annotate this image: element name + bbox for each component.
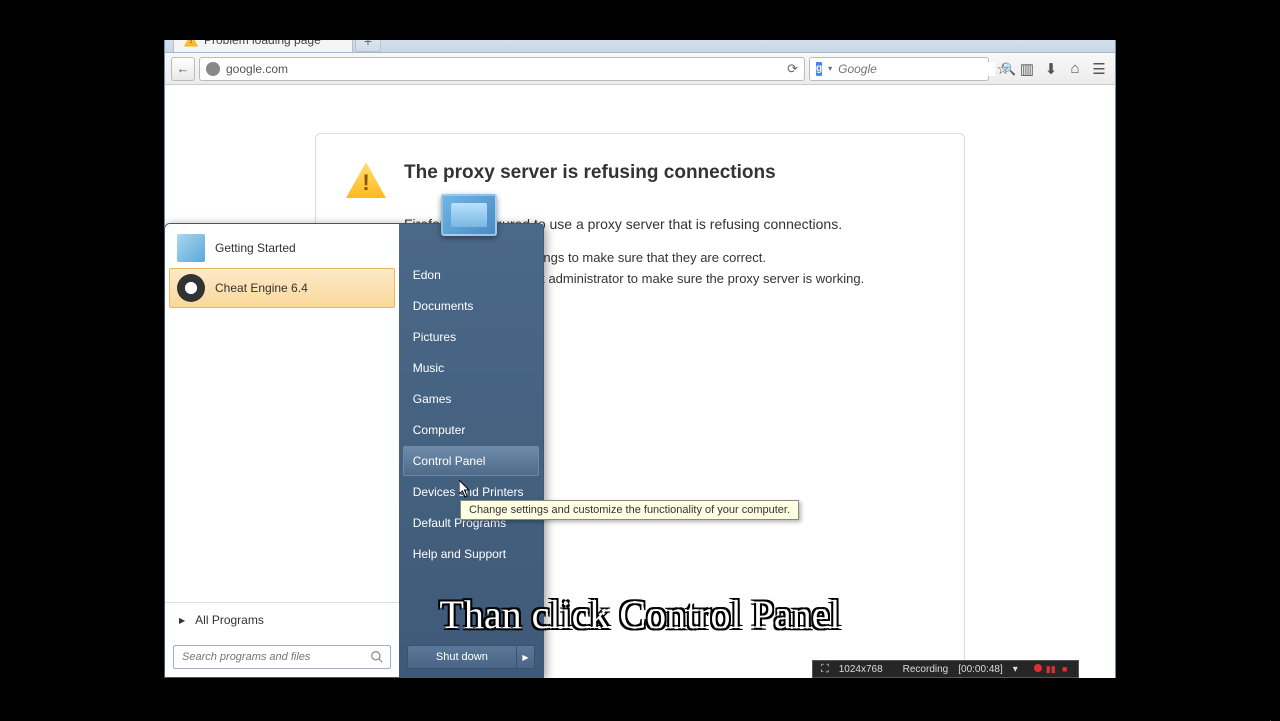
downloads-icon[interactable]: ⬇	[1041, 59, 1061, 79]
start-search-input[interactable]	[173, 645, 391, 669]
back-button[interactable]: ←	[171, 57, 195, 81]
recorder-chevron-icon[interactable]: ▾	[1013, 664, 1018, 675]
menu-icon[interactable]: ☰	[1089, 59, 1109, 79]
recorder-time: [00:00:48]	[958, 664, 1002, 675]
nav-toolbar: ← ⟳ g ▾ 🔍 ☆ ▥ ⬇ ⌂ ☰	[165, 53, 1115, 85]
start-right-games[interactable]: Games	[403, 384, 539, 414]
letterbox-bottom	[0, 678, 1280, 720]
warning-large-icon	[346, 162, 386, 198]
shutdown-options-button[interactable]: ▶	[517, 645, 535, 669]
url-bar[interactable]: ⟳	[199, 57, 805, 81]
mouse-cursor-icon	[459, 480, 471, 498]
start-programs-list: Getting Started Cheat Engine 6.4	[165, 224, 399, 602]
cheat-engine-icon	[177, 274, 205, 302]
start-right-help[interactable]: Help and Support	[403, 539, 539, 569]
video-caption: Than click Control Panel	[0, 591, 1280, 638]
program-getting-started[interactable]: Getting Started	[169, 228, 395, 268]
start-right-control-panel[interactable]: Control Panel	[403, 446, 539, 476]
search-input[interactable]	[838, 62, 995, 76]
start-right-computer[interactable]: Computer	[403, 415, 539, 445]
recorder-status: Recording	[903, 664, 949, 675]
start-right-pictures[interactable]: Pictures	[403, 322, 539, 352]
library-icon[interactable]: ▥	[1017, 59, 1037, 79]
reload-icon[interactable]: ⟳	[787, 61, 798, 77]
home-icon[interactable]: ⌂	[1065, 59, 1085, 79]
control-panel-tooltip: Change settings and customize the functi…	[460, 500, 799, 520]
start-search-wrapper	[165, 637, 399, 677]
record-icon[interactable]	[1034, 664, 1042, 672]
user-picture[interactable]	[441, 194, 497, 236]
shutdown-button[interactable]: Shut down	[407, 645, 517, 669]
recorder-status-bar: ⛶ 1024x768 Recording [00:00:48] ▾ ▮▮ ■	[812, 660, 1079, 678]
google-icon: g	[816, 62, 822, 76]
pause-icon[interactable]: ▮▮	[1046, 664, 1056, 674]
start-right-music[interactable]: Music	[403, 353, 539, 383]
search-bar[interactable]: g ▾ 🔍	[809, 57, 989, 81]
stop-icon[interactable]: ■	[1060, 664, 1070, 674]
globe-icon	[206, 62, 220, 76]
crop-icon[interactable]: ⛶	[821, 663, 829, 676]
bookmark-star-icon[interactable]: ☆	[993, 59, 1013, 79]
getting-started-icon	[177, 234, 205, 262]
program-label: Getting Started	[215, 241, 296, 255]
program-cheat-engine[interactable]: Cheat Engine 6.4	[169, 268, 395, 308]
recorder-resolution: 1024x768	[839, 664, 883, 675]
start-right-documents[interactable]: Documents	[403, 291, 539, 321]
letterbox-top	[0, 0, 1280, 40]
program-label: Cheat Engine 6.4	[215, 281, 308, 295]
url-input[interactable]	[226, 62, 781, 76]
start-right-user[interactable]: Edon	[403, 260, 539, 290]
shutdown-group: Shut down ▶	[407, 645, 535, 669]
error-title: The proxy server is refusing connections	[404, 162, 776, 184]
